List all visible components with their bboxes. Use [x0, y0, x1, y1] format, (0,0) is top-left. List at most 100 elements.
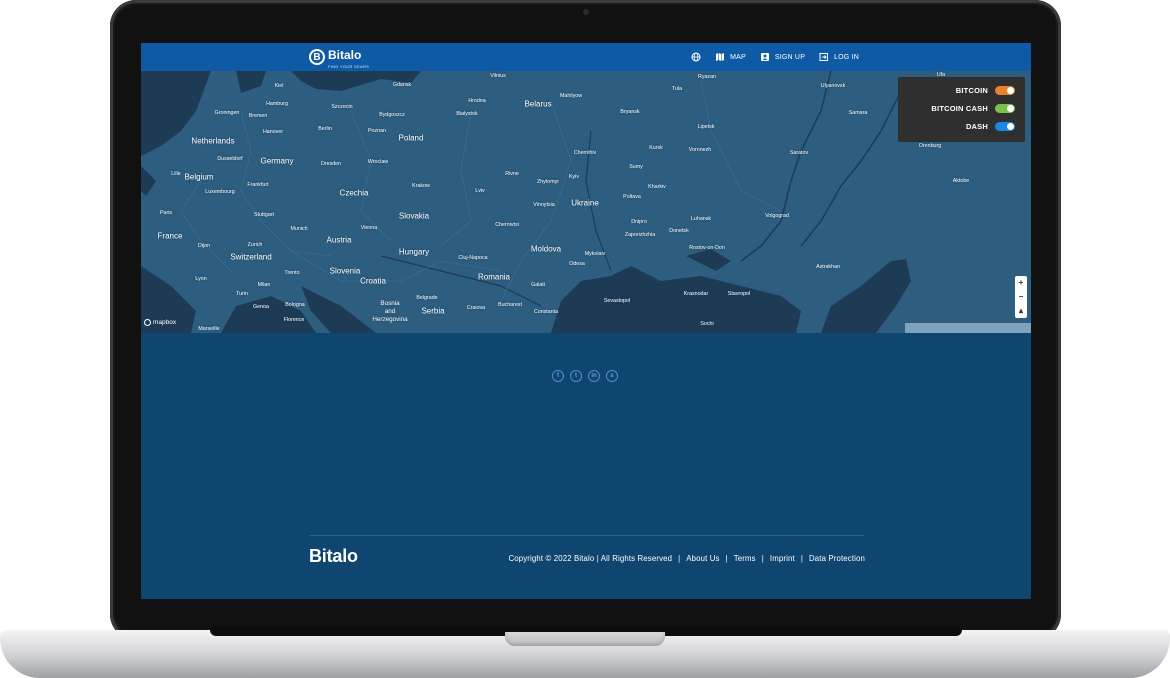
country-label: Belgium — [184, 172, 214, 182]
nav-log-in[interactable]: LOG IN — [819, 52, 859, 62]
city-label: Dnipro — [631, 219, 647, 225]
city-label: Munich — [290, 226, 308, 232]
compass-button[interactable]: ▴ — [1019, 307, 1023, 315]
city-label: Kiel — [274, 83, 284, 89]
city-label: Genoa — [253, 304, 269, 310]
city-label: Marseille — [198, 326, 220, 332]
globe-icon — [691, 52, 701, 62]
filter-dash-toggle[interactable] — [995, 122, 1015, 131]
language-button[interactable] — [691, 52, 701, 62]
city-label: Sevastopol — [603, 298, 631, 304]
city-label: Constanta — [533, 309, 559, 315]
footer-logo[interactable]: Bitalo — [309, 546, 358, 567]
city-label: Bydgoszcz — [379, 112, 405, 118]
city-label: Kursk — [649, 145, 663, 151]
country-label: Czechia — [339, 188, 369, 198]
city-label: Bryansk — [620, 109, 640, 115]
filter-dash-label: DASH — [965, 122, 988, 131]
city-label: Frankfurt — [247, 182, 269, 188]
city-label: Milan — [257, 282, 271, 288]
city-label: Berlin — [318, 126, 332, 132]
imprint-link[interactable]: Imprint — [770, 554, 795, 563]
country-label: Romania — [477, 272, 511, 282]
country-label: Slovakia — [398, 211, 430, 221]
map-attribution-bar — [905, 323, 1031, 333]
city-label: Dresden — [320, 161, 342, 167]
footer-separator: | — [800, 554, 803, 563]
city-label: Sochi — [700, 321, 714, 327]
city-label: Aktobe — [952, 178, 970, 184]
city-label: Vienna — [360, 225, 378, 231]
data-protection-link[interactable]: Data Protection — [809, 554, 865, 563]
city-label: Sumy — [629, 164, 643, 170]
city-label: Turin — [236, 291, 248, 297]
city-label: Lyon — [195, 276, 207, 282]
twitter-icon[interactable]: t — [570, 370, 582, 382]
footer-divider — [309, 535, 864, 536]
filter-dash[interactable]: DASH — [966, 122, 1015, 131]
country-label: Moldova — [530, 244, 562, 254]
mapbox-logo[interactable]: mapbox — [144, 319, 176, 326]
zoom-in-button[interactable]: + — [1019, 279, 1024, 287]
city-label: Paris — [159, 210, 173, 216]
city-label: Astrakhan — [816, 264, 840, 270]
logo-tagline: FIND YOUR SEARS — [328, 63, 370, 69]
city-label: Craiova — [466, 305, 486, 311]
city-label: Volgograd — [765, 213, 789, 219]
bitcoin-logo-icon: B — [309, 49, 325, 65]
social-links: f t in s — [552, 370, 618, 382]
map-view[interactable]: Netherlands Germany Belgium Poland Belarus Cz… — [141, 71, 1031, 333]
filter-bitcoin[interactable]: BITCOIN — [956, 86, 1015, 95]
city-label: Mykolaiv — [584, 251, 606, 257]
city-label: Krakow — [412, 183, 430, 189]
linkedin-icon[interactable]: in — [588, 370, 600, 382]
city-label: Stuttgart — [253, 212, 275, 218]
city-label: Lille — [171, 171, 181, 177]
about-us-link[interactable]: About Us — [686, 554, 719, 563]
city-label: Ulyanovsk — [820, 83, 846, 89]
city-label: Bucharest — [498, 302, 522, 308]
city-label: Mahilyow — [559, 93, 583, 99]
city-label: Groningen — [214, 110, 240, 116]
city-label: Krasnodar — [683, 291, 709, 297]
terms-link[interactable]: Terms — [734, 554, 756, 563]
mapbox-text: mapbox — [153, 319, 177, 326]
user-icon — [760, 53, 769, 61]
country-label: Croatia — [360, 276, 386, 286]
city-label: Kyiv — [568, 174, 580, 180]
city-label: Szczecin — [331, 104, 353, 110]
country-label: France — [157, 231, 183, 241]
site-logo[interactable]: B Bitalo FIND YOUR SEARS — [309, 47, 370, 69]
city-label: Ryazan — [698, 74, 716, 80]
currency-filter-panel: BITCOIN BITCOIN CASH DASH — [898, 77, 1025, 142]
facebook-icon[interactable]: f — [552, 370, 564, 382]
city-label: Trento — [284, 270, 300, 276]
nav-map[interactable]: MAP — [715, 52, 746, 62]
webcam — [583, 9, 589, 15]
city-label: Poltava — [623, 194, 641, 200]
skype-icon[interactable]: s — [606, 370, 618, 382]
city-label: Poznan — [368, 128, 386, 134]
filter-bitcoin-cash-label: BITCOIN CASH — [931, 104, 988, 113]
city-label: Luhansk — [690, 216, 712, 222]
filter-bitcoin-cash-toggle[interactable] — [995, 104, 1015, 113]
city-label: Vinnytsia — [533, 202, 555, 208]
nav-sign-up[interactable]: SIGN UP — [760, 52, 805, 62]
city-label: Hanover — [262, 129, 284, 135]
country-label: Netherlands — [191, 136, 235, 146]
city-label: Dusseldorf — [217, 156, 243, 162]
zoom-out-button[interactable]: − — [1019, 293, 1024, 301]
city-label: Zaporizhzhia — [624, 232, 656, 238]
nav-sign-up-label: SIGN UP — [774, 53, 806, 61]
city-label: Wroclaw — [367, 159, 389, 165]
city-label: Kharkiv — [648, 184, 666, 190]
screen: B Bitalo FIND YOUR SEARS MAP SIGN UP LOG… — [141, 43, 1031, 599]
filter-bitcoin-cash[interactable]: BITCOIN CASH — [931, 104, 1015, 113]
city-label: Tula — [671, 86, 683, 92]
footer-separator: | — [725, 554, 728, 563]
city-label: Bologna — [285, 302, 305, 308]
filter-bitcoin-toggle[interactable] — [995, 86, 1015, 95]
city-label: Voronezh — [688, 147, 712, 153]
city-label: Bialystok — [456, 111, 478, 117]
city-label: Dijon — [197, 243, 211, 249]
